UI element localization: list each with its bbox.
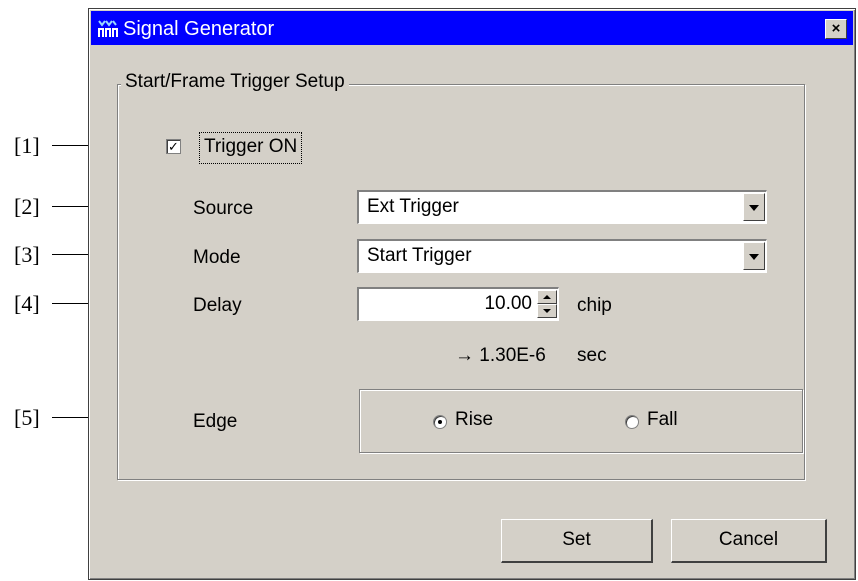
rise-radio[interactable] [433,415,447,429]
delay-spin-buttons [537,290,557,318]
callout-label: [3] [14,242,40,267]
mode-label: Mode [193,247,241,268]
source-label: Source [193,198,254,219]
spin-up-icon[interactable] [537,290,557,304]
close-button[interactable]: × [825,19,847,39]
chevron-down-icon[interactable] [743,242,765,270]
fall-radio[interactable] [625,415,639,429]
delay-converted-value: → 1.30E-6 [455,345,546,366]
delay-unit: chip [577,295,612,316]
fall-label[interactable]: Fall [647,409,678,431]
delay-value: 10.00 [484,293,532,314]
mode-select[interactable]: Start Trigger [357,239,767,273]
trigger-on-label[interactable]: Trigger ON [199,132,303,164]
delay-converted-unit: sec [577,345,607,366]
edge-label: Edge [193,411,238,432]
cancel-button[interactable]: Cancel [671,519,827,563]
group-title: Start/Frame Trigger Setup [121,71,349,93]
callout-label: [5] [14,405,40,430]
title-bar[interactable]: Signal Generator × [91,11,853,45]
callout-label: [4] [14,291,40,316]
source-select[interactable]: Ext Trigger [357,190,767,224]
window-title: Signal Generator [123,18,275,40]
mode-value: Start Trigger [367,245,472,266]
trigger-on-checkbox[interactable]: ✓ [166,139,181,154]
callout-label: [2] [14,194,40,219]
set-button[interactable]: Set [501,519,653,563]
close-icon: × [831,20,841,37]
delay-spinbox[interactable]: 10.00 [357,287,559,321]
signal-generator-app-icon [98,20,118,37]
chevron-down-icon[interactable] [743,193,765,221]
rise-label[interactable]: Rise [455,409,493,431]
edge-radio-group [359,389,803,453]
source-value: Ext Trigger [367,196,459,217]
delay-label: Delay [193,295,242,316]
spin-down-icon[interactable] [537,304,557,318]
callout-label: [1] [14,133,40,158]
check-mark-icon: ✓ [168,139,179,154]
signal-generator-dialog: Signal Generator × Start/Frame Trigger S… [88,8,856,580]
